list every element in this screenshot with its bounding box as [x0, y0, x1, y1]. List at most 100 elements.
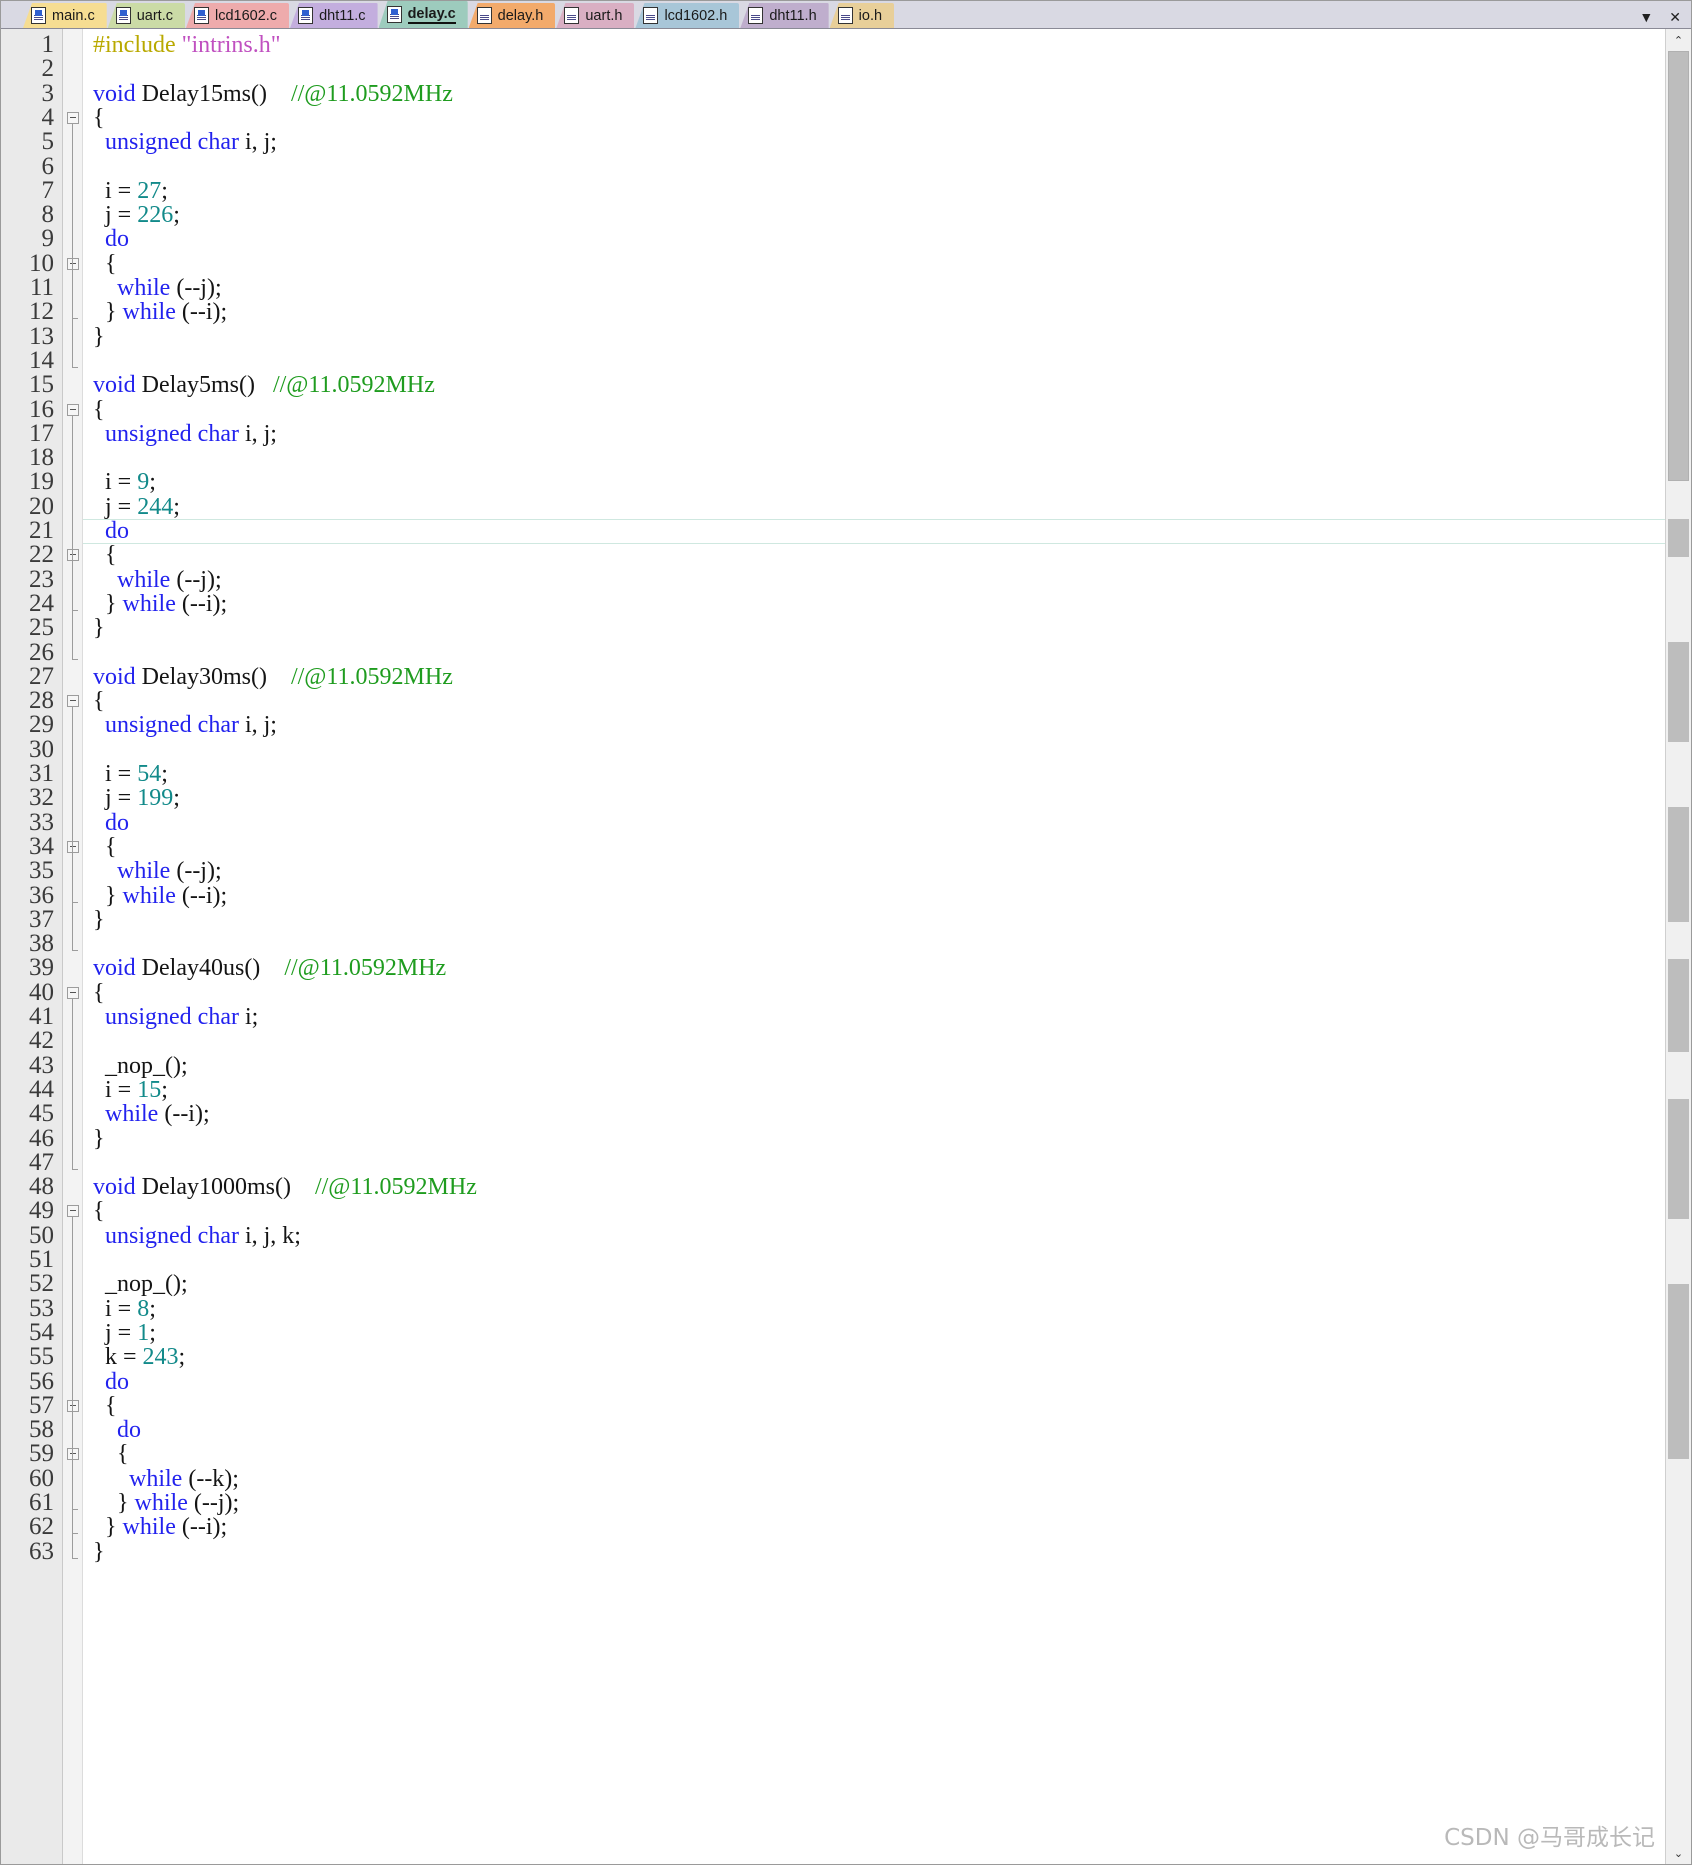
tab-dht11-c[interactable]: dht11.c	[290, 3, 378, 28]
code-line[interactable]: j = 199;	[93, 786, 180, 810]
code-line[interactable]: void Delay30ms() //@11.0592MHz	[93, 665, 453, 689]
code-line[interactable]: j = 244;	[93, 495, 180, 519]
code-line[interactable]: unsigned char i;	[93, 1005, 258, 1029]
code-line[interactable]: i = 8;	[93, 1296, 156, 1321]
scrollbar-mark[interactable]	[1668, 642, 1689, 742]
scrollbar-thumb[interactable]	[1668, 51, 1689, 481]
tab-list-dropdown-icon[interactable]: ▼	[1639, 10, 1653, 24]
code-line[interactable]: while (--j);	[93, 567, 222, 592]
token-op: {	[93, 833, 117, 860]
tab-main-c[interactable]: main.c	[23, 3, 107, 28]
close-tab-icon[interactable]: ✕	[1669, 10, 1681, 24]
code-line[interactable]: while (--j);	[93, 276, 222, 300]
code-text-area[interactable]: #include "intrins.h" void Delay15ms() //@…	[83, 29, 1665, 1864]
code-line[interactable]: unsigned char i, j, k;	[93, 1224, 301, 1248]
code-line[interactable]: }	[93, 1125, 105, 1152]
code-line[interactable]: unsigned char i, j;	[93, 422, 277, 446]
code-line[interactable]: }	[93, 324, 105, 349]
token-kw: while	[117, 275, 171, 301]
code-line[interactable]: i = 27;	[93, 179, 168, 203]
c-source-file-icon	[31, 7, 46, 24]
code-line[interactable]: do	[93, 1418, 141, 1442]
code-folding-margin[interactable]	[63, 29, 83, 1864]
line-number: 32	[29, 784, 54, 812]
code-line[interactable]: void Delay1000ms() //@11.0592MHz	[93, 1175, 477, 1199]
fold-collapse-icon[interactable]	[67, 695, 79, 708]
code-line[interactable]: do	[93, 227, 129, 251]
token-str: "intrins.h"	[181, 32, 281, 58]
code-line[interactable]: {	[93, 1442, 129, 1466]
code-line[interactable]: {	[93, 397, 105, 422]
scrollbar-mark[interactable]	[1668, 519, 1689, 557]
tab-delay-h[interactable]: delay.h	[468, 3, 556, 28]
fold-collapse-icon[interactable]	[67, 549, 79, 562]
code-line[interactable]: {	[93, 1199, 105, 1223]
code-line[interactable]: while (--k);	[93, 1467, 239, 1491]
code-line[interactable]: j = 1;	[93, 1321, 156, 1345]
code-line[interactable]: {	[93, 1394, 117, 1418]
code-line[interactable]: } while (--i);	[93, 1515, 227, 1539]
token-op: }	[93, 1125, 105, 1152]
fold-collapse-icon[interactable]	[67, 1205, 79, 1218]
code-line[interactable]: #include "intrins.h"	[93, 33, 281, 57]
code-line[interactable]: } while (--i);	[93, 592, 227, 616]
scroll-down-arrow-icon[interactable]: ⌄	[1666, 1842, 1691, 1864]
code-line[interactable]: while (--j);	[93, 859, 222, 883]
vertical-scrollbar[interactable]: ⌃ ⌄	[1665, 29, 1691, 1864]
scroll-up-arrow-icon[interactable]: ⌃	[1666, 29, 1691, 51]
code-line[interactable]: do	[93, 810, 129, 835]
code-line[interactable]: void Delay15ms() //@11.0592MHz	[93, 81, 453, 106]
code-line[interactable]: }	[93, 1539, 105, 1564]
line-number: 24	[29, 589, 54, 617]
code-line[interactable]: {	[93, 543, 117, 567]
token-kw: unsigned char	[105, 1004, 239, 1030]
code-line[interactable]: {	[93, 252, 117, 276]
code-line[interactable]: } while (--i);	[93, 300, 227, 324]
fold-collapse-icon[interactable]	[67, 1448, 79, 1461]
tab-uart-c[interactable]: uart.c	[107, 3, 185, 28]
line-number: 55	[29, 1343, 54, 1371]
line-number: 19	[29, 468, 54, 496]
token-num: 199	[137, 785, 174, 812]
fold-collapse-icon[interactable]	[67, 1399, 79, 1412]
code-line[interactable]: _nop_();	[93, 1053, 188, 1078]
scrollbar-mark[interactable]	[1668, 1099, 1689, 1219]
tab-lcd1602-h[interactable]: lcd1602.h	[635, 3, 740, 28]
code-line[interactable]: void Delay40us() //@11.0592MHz	[93, 956, 446, 980]
line-number: 57	[29, 1391, 54, 1419]
code-line[interactable]: k = 243;	[93, 1345, 185, 1369]
code-line[interactable]: }	[93, 908, 105, 932]
token-op: i =	[93, 1076, 138, 1103]
scrollbar-mark[interactable]	[1668, 959, 1689, 1052]
code-line[interactable]: i = 9;	[93, 470, 156, 494]
code-line[interactable]: do	[93, 1369, 129, 1394]
code-line[interactable]: void Delay5ms() //@11.0592MHz	[93, 373, 435, 397]
code-line[interactable]: {	[93, 689, 105, 713]
code-line[interactable]: _nop_();	[93, 1272, 188, 1296]
code-line[interactable]: unsigned char i, j;	[93, 713, 277, 737]
scrollbar-mark[interactable]	[1668, 807, 1689, 922]
fold-collapse-icon[interactable]	[67, 986, 79, 999]
code-line[interactable]: i = 15;	[93, 1078, 168, 1102]
tab-io-h[interactable]: io.h	[829, 3, 895, 28]
tab-lcd1602-c[interactable]: lcd1602.c	[185, 3, 290, 28]
tab-dht11-h[interactable]: dht11.h	[740, 3, 829, 28]
tab-delay-c[interactable]: delay.c	[378, 1, 468, 28]
code-line[interactable]: }	[93, 616, 105, 640]
code-line[interactable]: while (--i);	[93, 1102, 210, 1126]
code-line[interactable]: } while (--i);	[93, 883, 227, 908]
code-line[interactable]: do	[93, 519, 129, 543]
fold-collapse-icon[interactable]	[67, 403, 79, 416]
fold-collapse-icon[interactable]	[67, 111, 79, 124]
code-line[interactable]: {	[93, 106, 105, 130]
code-line[interactable]: {	[93, 835, 117, 859]
code-line[interactable]: unsigned char i, j;	[93, 130, 277, 154]
code-line[interactable]: } while (--j);	[93, 1491, 239, 1515]
code-line[interactable]: i = 54;	[93, 762, 168, 786]
fold-collapse-icon[interactable]	[67, 257, 79, 270]
fold-collapse-icon[interactable]	[67, 840, 79, 853]
scrollbar-mark[interactable]	[1668, 1284, 1689, 1459]
code-line[interactable]: {	[93, 981, 105, 1005]
tab-uart-h[interactable]: uart.h	[556, 3, 635, 28]
code-line[interactable]: j = 226;	[93, 203, 180, 227]
